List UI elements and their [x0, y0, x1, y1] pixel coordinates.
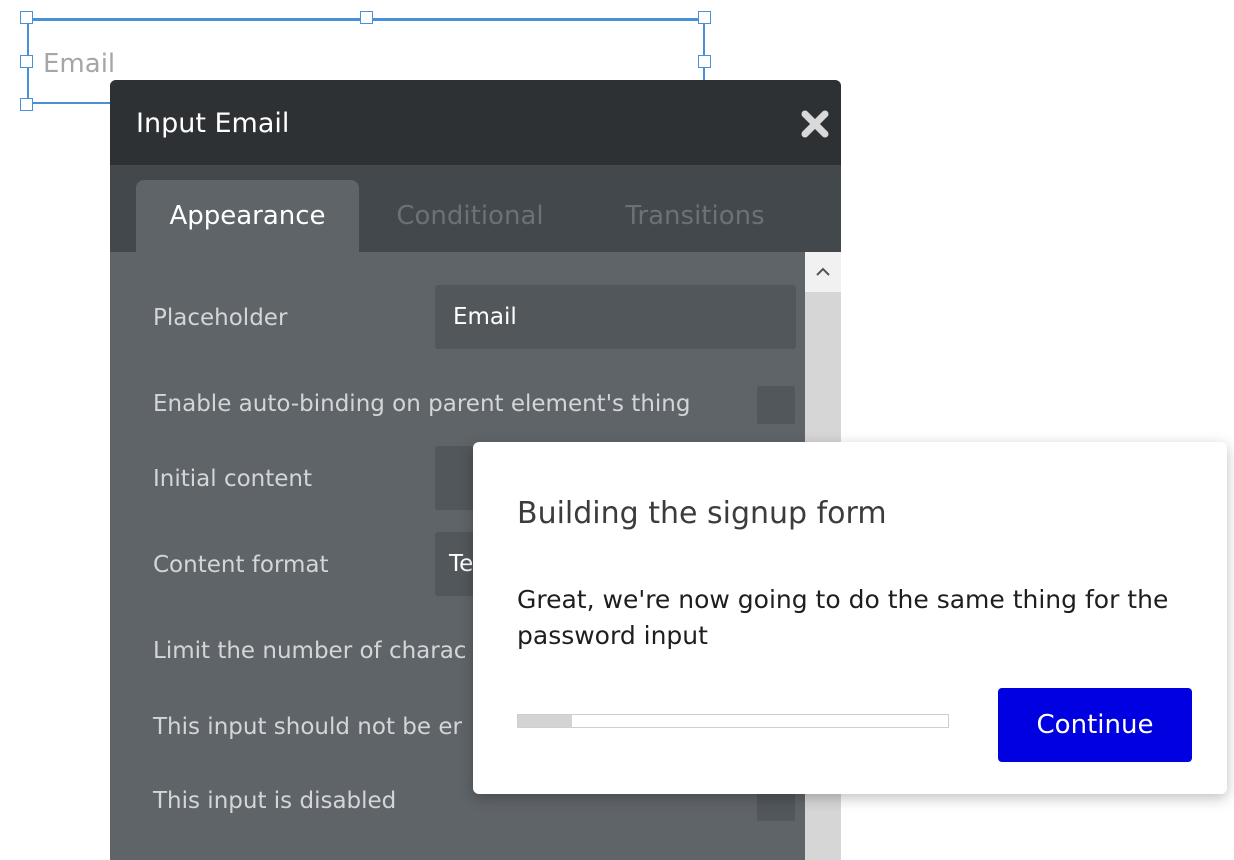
placeholder-label: Placeholder: [153, 305, 288, 331]
auto-binding-checkbox[interactable]: [757, 386, 795, 424]
close-button[interactable]: [801, 110, 829, 138]
resize-handle-top-right[interactable]: [698, 11, 711, 24]
chevron-up-icon: [816, 267, 830, 276]
tab-conditional[interactable]: Conditional: [370, 180, 570, 252]
continue-button[interactable]: Continue: [998, 688, 1192, 762]
panel-header: Input Email: [110, 80, 841, 165]
tutorial-progress-bar: [517, 714, 949, 728]
limit-chars-label: Limit the number of charac: [153, 638, 467, 664]
tab-appearance[interactable]: Appearance: [136, 180, 359, 252]
resize-handle-middle-left[interactable]: [20, 55, 33, 68]
tab-bar: Appearance Conditional Transitions: [110, 165, 841, 252]
not-empty-label: This input should not be er: [153, 714, 462, 740]
tutorial-popup: Building the signup form Great, we're no…: [473, 442, 1227, 794]
content-format-value: Te: [449, 551, 474, 577]
tutorial-progress-fill: [518, 715, 572, 727]
placeholder-input[interactable]: Email: [435, 285, 796, 349]
close-x-icon: [801, 110, 829, 138]
resize-handle-top-left[interactable]: [20, 11, 33, 24]
tutorial-title: Building the signup form: [517, 496, 887, 531]
placeholder-input-value: Email: [453, 304, 517, 330]
tab-transitions[interactable]: Transitions: [590, 180, 800, 252]
initial-content-label: Initial content: [153, 466, 313, 492]
panel-title: Input Email: [136, 108, 290, 139]
content-format-label: Content format: [153, 552, 329, 578]
canvas-input-placeholder: Email: [43, 49, 116, 79]
resize-handle-top-middle[interactable]: [360, 11, 373, 24]
disabled-label: This input is disabled: [153, 788, 397, 814]
scroll-up-button[interactable]: [805, 252, 841, 292]
auto-binding-label: Enable auto-binding on parent element's …: [153, 391, 691, 417]
tutorial-body: Great, we're now going to do the same th…: [517, 585, 1169, 650]
resize-handle-bottom-left[interactable]: [20, 98, 33, 111]
resize-handle-middle-right[interactable]: [698, 55, 711, 68]
